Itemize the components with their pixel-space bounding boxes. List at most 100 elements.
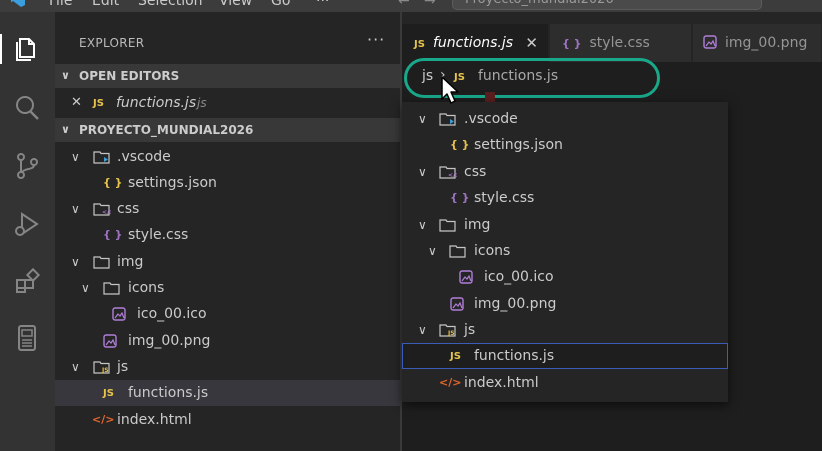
- chevron-down-icon: ∨: [71, 255, 80, 269]
- tree-item-img-00[interactable]: img_00.png: [55, 328, 400, 354]
- mouse-pointer-icon: [441, 76, 459, 104]
- vscode-folder-icon: [93, 151, 110, 164]
- css-folder-icon: </>: [93, 203, 111, 216]
- tree-item-label: icons: [128, 280, 165, 296]
- dropdown-item-index-html[interactable]: </> index.html: [402, 370, 728, 396]
- tree-item-label: js: [117, 359, 129, 375]
- run-debug-icon[interactable]: [11, 208, 43, 240]
- image-icon: [703, 35, 717, 49]
- dropdown-item-ico-00[interactable]: ico_00.ico: [402, 264, 728, 290]
- dropdown-item-label: style.css: [474, 190, 535, 206]
- dropdown-item-label: settings.json: [474, 137, 563, 153]
- project-header[interactable]: ∨ PROYECTO_MUNDIAL2026: [55, 118, 400, 142]
- tab-img-00-png[interactable]: img_00.png: [693, 24, 822, 62]
- tree-item-label: index.html: [117, 412, 192, 428]
- menu-go[interactable]: Go: [271, 0, 290, 10]
- explorer-title: EXPLORER: [79, 36, 145, 50]
- vscode-folder-icon: [439, 113, 456, 126]
- svg-text:</>: </>: [448, 172, 457, 179]
- chevron-down-icon: ∨: [418, 165, 427, 179]
- search-icon[interactable]: [11, 92, 43, 124]
- tree-item-label: functions.js: [128, 385, 209, 401]
- active-indicator: [0, 34, 2, 64]
- forward-arrow-icon[interactable]: →: [424, 0, 436, 10]
- html-file-icon: </>: [92, 413, 115, 426]
- extensions-icon[interactable]: [11, 266, 43, 298]
- tree-item-index-html[interactable]: </> index.html: [55, 407, 400, 433]
- tree-item-label: ico_00.ico: [137, 306, 207, 322]
- menu-edit[interactable]: Edit: [92, 0, 119, 10]
- dropdown-item-style-css[interactable]: { } style.css: [402, 185, 728, 211]
- html-file-icon: </>: [439, 376, 462, 389]
- js-file-icon: JS: [414, 39, 425, 50]
- dropdown-item-label: functions.js: [474, 348, 555, 364]
- dropdown-item-settings-json[interactable]: { } settings.json: [402, 132, 728, 158]
- open-editor-item[interactable]: ✕ JS functions.js js: [55, 90, 400, 116]
- image-icon: [103, 334, 117, 348]
- explorer-sidebar: EXPLORER ··· ∨ OPEN EDITORS ✕ JS functio…: [55, 12, 400, 451]
- title-bar: File Edit Selection View Go ··· ← → Proy…: [0, 0, 822, 12]
- dropdown-item-img[interactable]: ∨ img: [402, 212, 728, 238]
- dropdown-item-label: img_00.png: [474, 296, 557, 312]
- js-file-icon: JS: [103, 388, 114, 399]
- chevron-down-icon: ∨: [418, 323, 427, 337]
- dropdown-item-vscode[interactable]: ∨ .vscode: [402, 106, 728, 132]
- tab-style-css[interactable]: { } style.css: [550, 24, 692, 62]
- menu-more[interactable]: ···: [316, 0, 329, 10]
- tree-item-label: img: [117, 254, 144, 270]
- chevron-down-icon: ∨: [61, 123, 70, 136]
- chevron-down-icon: ∨: [428, 244, 437, 258]
- svg-text:JS: JS: [447, 330, 455, 337]
- chevron-down-icon: ∨: [61, 69, 70, 82]
- close-icon[interactable]: ✕: [525, 24, 538, 62]
- css-file-icon: { }: [103, 228, 123, 241]
- close-icon[interactable]: ✕: [71, 90, 82, 116]
- menu-file[interactable]: File: [49, 0, 72, 10]
- tab-label: img_00.png: [725, 35, 808, 51]
- folder-icon: [103, 282, 120, 295]
- tree-item-img[interactable]: ∨ img: [55, 249, 400, 275]
- activity-bar: [0, 12, 55, 451]
- chevron-down-icon: ∨: [418, 218, 427, 232]
- tree-item-settings-json[interactable]: { } settings.json: [55, 170, 400, 196]
- command-center-search[interactable]: Proyecto_mundial2026: [452, 0, 762, 10]
- dropdown-item-icons[interactable]: ∨ icons: [402, 238, 728, 264]
- chevron-down-icon: ∨: [71, 202, 80, 216]
- tree-item-js[interactable]: ∨ JS js: [55, 354, 400, 380]
- dropdown-item-js[interactable]: ∨ JS js: [402, 317, 728, 343]
- tree-item-style-css[interactable]: { } style.css: [55, 222, 400, 248]
- folder-icon: [439, 219, 456, 232]
- css-file-icon: { }: [450, 191, 470, 204]
- more-actions-button[interactable]: ···: [367, 30, 385, 49]
- tree-item-label: img_00.png: [128, 333, 211, 349]
- tree-item-label: style.css: [128, 227, 189, 243]
- menu-selection[interactable]: Selection: [138, 0, 203, 10]
- dropdown-item-css[interactable]: ∨ </> css: [402, 159, 728, 185]
- dropdown-item-label: img: [464, 217, 491, 233]
- json-file-icon: { }: [450, 138, 470, 151]
- tree-item-icons[interactable]: ∨ icons: [55, 275, 400, 301]
- image-icon: [450, 297, 464, 311]
- tree-item-css[interactable]: ∨ </> css: [55, 196, 400, 222]
- dropdown-item-label: index.html: [464, 375, 539, 391]
- dropdown-item-label: .vscode: [464, 111, 518, 127]
- files-icon[interactable]: [11, 32, 43, 64]
- tree-item-ico-00[interactable]: ico_00.ico: [55, 301, 400, 327]
- breadcrumb-dropdown: ∨ .vscode { } settings.json ∨ </> css { …: [402, 102, 728, 402]
- folder-icon: [449, 245, 466, 258]
- back-arrow-icon[interactable]: ←: [398, 0, 410, 10]
- source-control-icon[interactable]: [11, 150, 43, 182]
- open-editors-header[interactable]: ∨ OPEN EDITORS: [55, 64, 400, 88]
- menu-view[interactable]: View: [219, 0, 252, 10]
- device-icon[interactable]: [11, 322, 43, 354]
- tab-functions-js[interactable]: JS functions.js ✕: [402, 24, 549, 62]
- editor-marker: [485, 92, 495, 102]
- tab-label: functions.js: [432, 35, 514, 51]
- tree-item-functions-js[interactable]: JS functions.js: [55, 380, 400, 406]
- tree-item-label: settings.json: [128, 175, 217, 191]
- dropdown-item-functions-js[interactable]: JS functions.js: [402, 343, 728, 369]
- chevron-down-icon: ∨: [81, 281, 90, 295]
- dropdown-item-label: js: [464, 322, 476, 338]
- tree-item-vscode[interactable]: ∨ .vscode: [55, 144, 400, 170]
- dropdown-item-img-00[interactable]: img_00.png: [402, 291, 728, 317]
